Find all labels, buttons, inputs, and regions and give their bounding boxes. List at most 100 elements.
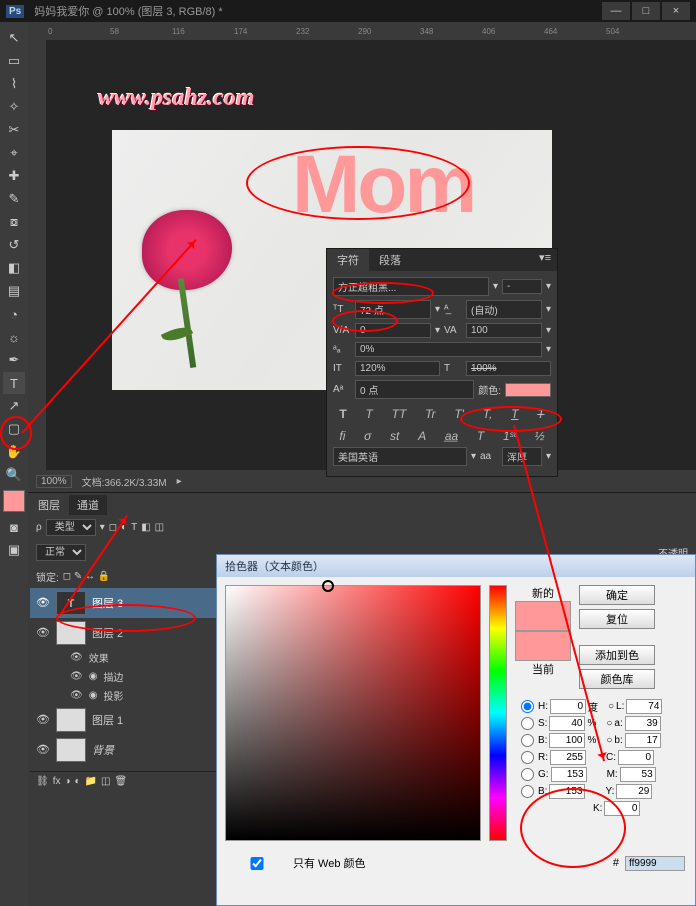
ruler-vertical <box>28 40 46 470</box>
m-field[interactable] <box>620 767 656 782</box>
foreground-color-swatch[interactable] <box>3 490 25 512</box>
type-tool-icon[interactable]: T <box>3 372 25 394</box>
c-field[interactable] <box>618 750 654 765</box>
lasso-tool-icon[interactable]: ⌇ <box>3 73 25 95</box>
visibility-icon[interactable]: 👁 <box>36 596 50 610</box>
layer-kind-select[interactable]: 类型 <box>46 519 96 536</box>
screenmode-icon[interactable]: ▣ <box>3 539 25 561</box>
visibility-icon[interactable]: 👁 <box>36 713 50 727</box>
leading-field[interactable]: (自动) <box>466 300 542 319</box>
bb-radio[interactable] <box>521 785 534 798</box>
visibility-icon[interactable]: 👁 <box>36 626 50 640</box>
s-field[interactable] <box>549 716 585 731</box>
add-swatch-button[interactable]: 添加到色 <box>579 645 655 665</box>
pen-tool-icon[interactable]: ✒ <box>3 349 25 371</box>
crop-tool-icon[interactable]: ✂ <box>3 119 25 141</box>
new-layer-icon[interactable]: ◫ <box>101 776 110 787</box>
hue-slider[interactable] <box>489 585 507 841</box>
link-icon[interactable]: ⛓ <box>36 776 49 787</box>
panel-menu-icon[interactable]: ▾≡ <box>533 249 557 271</box>
brush-tool-icon[interactable]: ✎ <box>3 188 25 210</box>
br-field[interactable] <box>549 733 585 748</box>
color-field[interactable] <box>225 585 481 841</box>
zoom-tool-icon[interactable]: 🔍 <box>3 464 25 486</box>
font-family-select[interactable]: 方正超粗黑... <box>333 277 489 296</box>
doc-size: 文档:366.2K/3.33M <box>82 474 167 489</box>
heal-tool-icon[interactable]: ✚ <box>3 165 25 187</box>
tools-panel: ↖ ▭ ⌇ ✧ ✂ ⌖ ✚ ✎ ⧇ ↺ ◧ ▤ ◔ ☼ ✒ T ↗ ▢ ✋ 🔍 … <box>0 22 28 906</box>
text-style-buttons[interactable]: TTTTTrT'T,TT <box>333 403 551 425</box>
kerning-field[interactable]: 0 <box>355 323 431 338</box>
tab-layers[interactable]: 图层 <box>30 495 68 515</box>
close-button[interactable]: × <box>662 2 690 20</box>
tab-paragraph[interactable]: 段落 <box>369 249 411 271</box>
minimize-button[interactable]: — <box>602 2 630 20</box>
character-panel[interactable]: 字符 段落 ▾≡ 方正超粗黑...▾ -▾ ᵀT72 点▾ ᴬ̲(自动)▾ V/… <box>326 248 558 477</box>
blur-tool-icon[interactable]: ◔ <box>3 303 25 325</box>
gradient-tool-icon[interactable]: ▤ <box>3 280 25 302</box>
b-radio[interactable] <box>521 734 534 747</box>
ok-button[interactable]: 确定 <box>579 585 655 605</box>
watermark: www.psahz.com <box>98 85 254 112</box>
current-label: 当前 <box>532 661 554 677</box>
h-radio[interactable] <box>521 700 534 713</box>
color-lib-button[interactable]: 颜色库 <box>579 669 655 689</box>
layer-name[interactable]: 图层 1 <box>92 712 123 728</box>
adjust-icon[interactable]: ◐ <box>75 776 81 787</box>
r-radio[interactable] <box>521 751 534 764</box>
vscale-field[interactable]: 120% <box>355 361 440 376</box>
path-tool-icon[interactable]: ↗ <box>3 395 25 417</box>
folder-icon[interactable]: 📁 <box>85 776 97 787</box>
k-field[interactable] <box>604 801 640 816</box>
web-only-checkbox[interactable] <box>227 857 287 870</box>
mom-text[interactable]: Mom <box>292 138 474 232</box>
a-field[interactable] <box>625 716 661 731</box>
bb-field[interactable] <box>549 784 585 799</box>
g-field[interactable] <box>551 767 587 782</box>
visibility-icon[interactable]: 👁 <box>36 743 50 757</box>
marquee-tool-icon[interactable]: ▭ <box>3 50 25 72</box>
g-radio[interactable] <box>521 768 534 781</box>
color-label: 颜色: <box>478 382 501 397</box>
font-size-field[interactable]: 72 点 <box>355 300 431 319</box>
shape-tool-icon[interactable]: ▢ <box>3 418 25 440</box>
quickmask-icon[interactable]: ◙ <box>3 516 25 538</box>
r-field[interactable] <box>550 750 586 765</box>
current-color-swatch <box>515 631 571 661</box>
scale-field[interactable]: 0% <box>355 342 542 357</box>
tab-channels[interactable]: 通道 <box>69 495 107 515</box>
layer-name[interactable]: 图层 3 <box>92 595 123 611</box>
picker-title: 拾色器（文本颜色） <box>217 555 695 577</box>
l-field[interactable] <box>626 699 662 714</box>
tab-character[interactable]: 字符 <box>327 249 369 271</box>
y-field[interactable] <box>616 784 652 799</box>
blend-mode-select[interactable]: 正常 <box>36 544 86 561</box>
color-picker-dialog[interactable]: 拾色器（文本颜色） 新的 当前 确定 复位 添加到色 颜色库 <box>216 554 696 906</box>
s-radio[interactable] <box>521 717 534 730</box>
hand-tool-icon[interactable]: ✋ <box>3 441 25 463</box>
mask-icon[interactable]: ◑ <box>64 776 70 787</box>
hscale-field[interactable]: 100% <box>466 361 551 376</box>
font-style-select[interactable]: - <box>502 279 542 294</box>
eraser-tool-icon[interactable]: ◧ <box>3 257 25 279</box>
eyedropper-tool-icon[interactable]: ⌖ <box>3 142 25 164</box>
hex-field[interactable] <box>625 856 685 871</box>
cancel-button[interactable]: 复位 <box>579 609 655 629</box>
layer-name[interactable]: 图层 2 <box>92 625 123 641</box>
text-color-swatch[interactable] <box>505 383 551 397</box>
fx-icon[interactable]: fx <box>53 776 61 787</box>
move-tool-icon[interactable]: ↖ <box>3 27 25 49</box>
maximize-button[interactable]: □ <box>632 2 660 20</box>
tracking-field[interactable]: 100 <box>466 323 542 338</box>
history-brush-tool-icon[interactable]: ↺ <box>3 234 25 256</box>
baseline-field[interactable]: 0 点 <box>355 380 474 399</box>
layer-name[interactable]: 背景 <box>92 742 114 758</box>
b2-field[interactable] <box>625 733 661 748</box>
trash-icon[interactable]: 🗑 <box>114 776 127 787</box>
h-field[interactable] <box>550 699 586 714</box>
stamp-tool-icon[interactable]: ⧇ <box>3 211 25 233</box>
dodge-tool-icon[interactable]: ☼ <box>3 326 25 348</box>
wand-tool-icon[interactable]: ✧ <box>3 96 25 118</box>
zoom-level[interactable]: 100% <box>36 475 72 488</box>
language-select[interactable]: 美国英语 <box>333 447 467 466</box>
